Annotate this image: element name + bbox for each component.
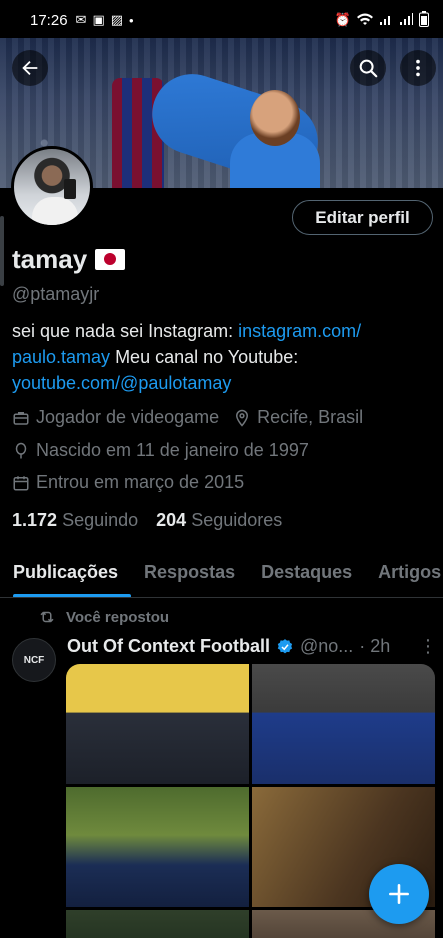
balloon-icon [15,442,27,458]
tab-respostas[interactable]: Respostas [131,556,248,597]
avatar-shirt [32,197,78,225]
gmail-icon: ✉ [75,12,87,27]
post-image[interactable] [66,787,249,907]
profile-avatar[interactable] [11,146,93,228]
followers-count: 204 [156,510,187,530]
follow-stats: 1.172 Seguindo 204 Seguidores [12,510,282,531]
gallery-icon: ▨ [110,12,124,27]
profile-name: tamay [12,244,126,275]
followers-label: Seguidores [191,510,283,530]
verified-badge-icon [277,638,293,653]
repost-label: Você repostou [66,608,170,626]
post-time: · 2h [359,636,391,656]
notification-icon: ▣ [92,12,105,27]
following-stat[interactable]: 1.172 Seguindo [12,510,138,531]
compose-post-button[interactable] [369,864,429,924]
wifi-icon [357,12,373,29]
banner-player-head [250,90,300,146]
profile-location: Recife, Brasil [257,407,364,427]
more-options-button[interactable] [400,50,436,86]
profile-handle: @ptamayjr [12,284,100,304]
tab-artigos[interactable]: Artigos [365,556,443,597]
bio-text-2: Meu canal no Youtube: [110,347,299,367]
post-author-avatar[interactable]: NCF [12,638,56,682]
followers-stat[interactable]: 204 Seguidores [156,510,282,531]
avatar-phone [64,179,76,199]
post-image[interactable] [66,910,249,938]
status-time: 17:26 [30,11,68,29]
japan-flag-icon [95,249,126,270]
signal-icon [399,12,413,29]
calendar-icon [13,475,29,490]
post-image[interactable] [252,664,435,784]
profile-meta-row-1: Jogador de videogame Recife, Brasil [12,407,363,428]
post-more-button[interactable]: ⋮ [419,636,437,657]
profile-meta-row-3: Entrou em março de 2015 [12,472,244,493]
repost-indicator: Você repostou [38,608,169,626]
youtube-link[interactable]: youtube.com/@paulotamay [12,373,231,393]
post-header: Out Of Context Football @no... · 2h ⋮ [67,636,437,657]
edit-profile-button[interactable]: Editar perfil [292,200,433,235]
profile-name-text: tamay [12,244,88,274]
following-label: Seguindo [62,510,139,530]
bio-text-1: sei que nada sei Instagram: [12,321,239,341]
more-vertical-icon [416,59,420,77]
plus-icon [389,884,409,904]
dot-icon: • [129,12,134,28]
repost-icon [40,611,54,623]
post-author-handle: @no... [299,636,354,656]
battery-icon [419,10,429,30]
profile-tabs: Publicações Respostas Destaques Artigos [0,556,443,598]
tab-destaques[interactable]: Destaques [248,556,365,597]
alarm-icon: ⏰ [334,12,351,27]
back-arrow-icon [22,60,38,76]
profile-joined: Entrou em março de 2015 [36,472,245,492]
briefcase-icon [13,411,29,425]
tab-publicacoes[interactable]: Publicações [0,556,132,597]
scroll-indicator [0,216,4,286]
status-right-icons: ⏰ [334,10,429,30]
following-count: 1.172 [12,510,58,530]
profile-bio: sei que nada sei Instagram: instagram.co… [12,318,432,396]
profile-occupation: Jogador de videogame [36,407,220,427]
profile-meta-row-2: Nascido em 11 de janeiro de 1997 [12,440,309,461]
location-icon [236,409,249,427]
profile-birthday: Nascido em 11 de janeiro de 1997 [36,440,309,460]
search-icon [359,59,378,78]
search-button[interactable] [350,50,386,86]
signal-icon [379,12,393,29]
back-button[interactable] [12,50,48,86]
status-bar: 17:26 ✉ ▣ ▨ • ⏰ [0,0,443,40]
post-author-name[interactable]: Out Of Context Football [67,636,270,657]
post-image[interactable] [66,664,249,784]
status-left-icons: ✉ ▣ ▨ • [76,12,134,28]
